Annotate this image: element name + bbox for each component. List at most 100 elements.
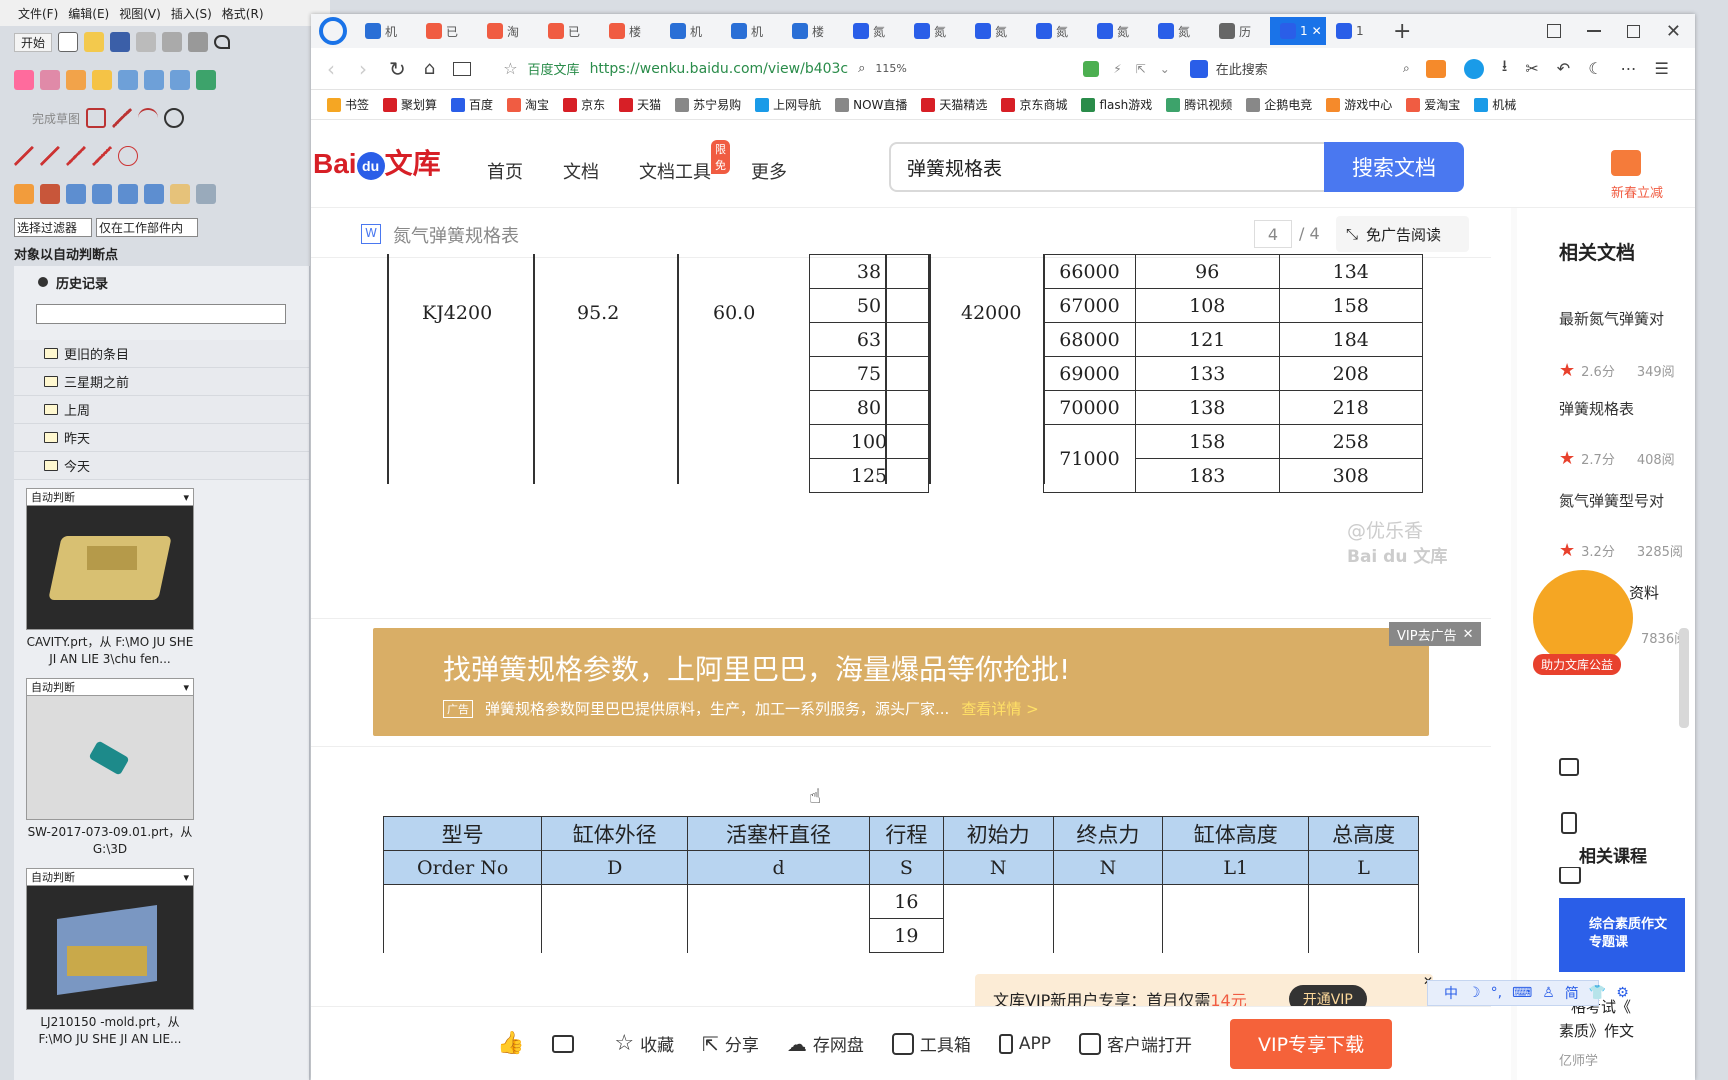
browser-tab[interactable]: 氮: [904, 17, 965, 45]
history-folder-3weeks[interactable]: 三星期之前: [14, 368, 309, 396]
chevron-down-icon[interactable]: ⌄: [1160, 62, 1170, 76]
download-icon[interactable]: ⭳: [1502, 55, 1508, 82]
bookmark-item[interactable]: 京东商城: [1001, 96, 1067, 113]
start-menu-button[interactable]: 开始: [14, 32, 53, 52]
menu-edit[interactable]: 编辑(E): [68, 5, 109, 22]
menu-format[interactable]: 格式(R): [222, 5, 264, 22]
forward-icon[interactable]: ›: [359, 57, 367, 81]
bookmark-item[interactable]: 上网导航: [755, 96, 821, 113]
bookmark-item[interactable]: 游戏中心: [1326, 96, 1392, 113]
reader-mode-icon[interactable]: [1083, 60, 1100, 77]
filter-scope-dropdown[interactable]: 仅在工作部件内: [96, 217, 199, 237]
related-item-1[interactable]: 最新氮气弹簧对: [1559, 308, 1664, 329]
cube-icon-4[interactable]: [144, 184, 164, 204]
new-tab-button[interactable]: +: [1393, 19, 1411, 44]
cut-icon[interactable]: [136, 32, 157, 52]
charity-badge[interactable]: 助力文库公益: [1533, 654, 1622, 675]
bookmark-item[interactable]: 天猫: [619, 96, 661, 113]
thumb-mode[interactable]: 自动判断 ▾: [26, 488, 194, 506]
open-folder-icon[interactable]: [84, 32, 105, 52]
plane-icon[interactable]: [170, 184, 190, 204]
menu-view[interactable]: 视图(V): [119, 5, 161, 22]
app-button[interactable]: APP: [998, 1033, 1051, 1054]
address-bar[interactable]: ☆ 百度文库 https://wenku.baidu.com/view/b403…: [497, 54, 1077, 84]
share-button[interactable]: ⇱ 分享: [702, 1031, 759, 1057]
bookmark-item[interactable]: 机械: [1474, 96, 1516, 113]
toolbox-button[interactable]: 工具箱: [891, 1031, 971, 1056]
offset-surface-icon[interactable]: [196, 70, 216, 90]
toolbox-float-icon[interactable]: [1559, 758, 1579, 776]
bookmark-item[interactable]: 百度: [451, 96, 493, 113]
browser-tab[interactable]: 淘: [477, 17, 538, 45]
history-folder-lastweek[interactable]: 上周: [14, 396, 309, 424]
url-text[interactable]: https://wenku.baidu.com/view/b403c: [590, 61, 849, 77]
analysis-icon[interactable]: [196, 184, 216, 204]
history-folder-yesterday[interactable]: 昨天: [14, 424, 309, 452]
mascot-lion-icon[interactable]: [1533, 570, 1633, 666]
selection-filter-dropdown[interactable]: 选择过滤器: [14, 217, 93, 237]
open-in-client-button[interactable]: 客户端打开: [1079, 1031, 1192, 1056]
browser-tab[interactable]: 楼: [599, 17, 660, 45]
favorite-button[interactable]: ☆ 收藏: [614, 1031, 674, 1056]
history-part-1[interactable]: 自动判断 ▾ CAVITY.prt，从 F:\MO JU SHE JI AN LI…: [26, 488, 194, 668]
course-banner[interactable]: 综合素质作文专题课: [1559, 898, 1685, 972]
history-search-combo[interactable]: [36, 304, 286, 324]
cube-icon-3[interactable]: [118, 184, 138, 204]
moon-icon[interactable]: ☽: [1468, 985, 1481, 1001]
comment-icon[interactable]: [552, 1034, 575, 1053]
history-folder-today[interactable]: 今天: [14, 452, 309, 480]
browser-tab[interactable]: 氮: [1026, 17, 1087, 45]
mesh-surface-icon[interactable]: [40, 70, 60, 90]
browser-tab[interactable]: 机: [721, 17, 782, 45]
cube-icon-2[interactable]: [92, 184, 112, 204]
bookmark-item[interactable]: 聚划算: [383, 96, 437, 113]
mobile-float-icon[interactable]: [1561, 812, 1577, 834]
user-icon[interactable]: ♙: [1542, 985, 1555, 1001]
line-icon[interactable]: [112, 108, 133, 128]
pin-window-icon[interactable]: [1546, 24, 1561, 38]
night-mode-icon[interactable]: ☾: [1588, 59, 1602, 78]
vpn-icon[interactable]: [1463, 58, 1484, 79]
bookmark-item[interactable]: 京东: [563, 96, 605, 113]
patch-icon[interactable]: [144, 70, 164, 90]
scrollbar-thumb[interactable]: [1679, 628, 1689, 728]
curve-angle-icon[interactable]: [40, 146, 60, 166]
ad-details-link[interactable]: 查看详情 >: [961, 698, 1038, 719]
nav-more[interactable]: 更多: [751, 158, 787, 184]
browser-tab[interactable]: 已: [538, 17, 599, 45]
surface-icon[interactable]: [118, 70, 138, 90]
browser-tab[interactable]: 楼: [782, 17, 843, 45]
keyboard-icon[interactable]: ⌨: [1512, 985, 1532, 1001]
paste-icon[interactable]: [188, 32, 209, 52]
history-part-3[interactable]: 自动判断 ▾ LJ210150 -mold.prt，从 F:\MO JU SHE …: [26, 868, 194, 1048]
reader-icon[interactable]: [453, 61, 472, 76]
arc-icon[interactable]: [138, 108, 159, 128]
menu-file[interactable]: 文件(F): [18, 5, 58, 22]
circle-icon[interactable]: [164, 108, 185, 128]
curve-line-icon[interactable]: [14, 146, 34, 166]
bookmark-item[interactable]: 书签: [327, 96, 369, 113]
curve-parallel-icon[interactable]: [66, 146, 86, 166]
block-icon[interactable]: [14, 184, 34, 204]
save-icon[interactable]: [110, 32, 131, 52]
curve-spline-icon[interactable]: [118, 146, 138, 166]
home-icon[interactable]: ⌂: [424, 58, 435, 79]
close-window-button[interactable]: ✕: [1666, 21, 1681, 42]
star-icon[interactable]: ☆: [503, 59, 517, 78]
history-folder-older[interactable]: 更旧的条目: [14, 340, 309, 368]
vip-download-button[interactable]: VIP专享下载: [1230, 1018, 1393, 1069]
browser-tab[interactable]: 已: [416, 17, 477, 45]
vip-promo-text[interactable]: 新春立减: [1611, 182, 1663, 201]
finish-sketch-button[interactable]: 完成草图: [14, 110, 80, 127]
save-cloud-button[interactable]: ☁ 存网盘: [787, 1031, 864, 1057]
bookmark-item[interactable]: NOW直播: [835, 96, 907, 113]
cube-icon[interactable]: [66, 184, 86, 204]
new-file-icon[interactable]: [58, 32, 79, 52]
like-icon[interactable]: 👍: [497, 1031, 524, 1056]
minimize-button[interactable]: [1586, 30, 1601, 32]
browser-tab[interactable]: 氮: [1148, 17, 1209, 45]
comment-float-icon[interactable]: [1559, 866, 1581, 884]
thumb-mode[interactable]: 自动判断 ▾: [26, 868, 194, 886]
ime-mode-simplified[interactable]: 简: [1565, 983, 1579, 1003]
nav-docs[interactable]: 文档: [563, 158, 599, 184]
